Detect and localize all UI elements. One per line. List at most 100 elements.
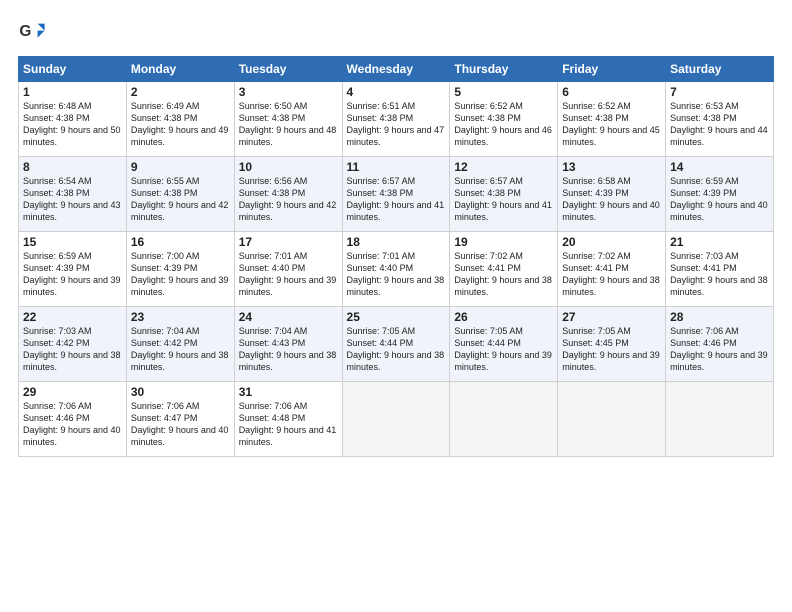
header-cell-monday: Monday (126, 57, 234, 82)
calendar-cell: 5Sunrise: 6:52 AMSunset: 4:38 PMDaylight… (450, 82, 558, 157)
calendar-cell: 14Sunrise: 6:59 AMSunset: 4:39 PMDayligh… (666, 157, 774, 232)
calendar-cell: 20Sunrise: 7:02 AMSunset: 4:41 PMDayligh… (558, 232, 666, 307)
header-cell-thursday: Thursday (450, 57, 558, 82)
calendar-cell: 27 Sunrise: 7:05 AMSunset: 4:45 PMDayligh… (558, 307, 666, 382)
cell-info: Sunrise: 7:03 AMSunset: 4:41 PMDaylight:… (670, 251, 768, 297)
day-number: 13 (562, 160, 661, 174)
cell-info: Sunrise: 7:06 AMSunset: 4:47 PMDaylight:… (131, 401, 229, 447)
svg-text:G: G (19, 23, 31, 40)
day-number: 23 (131, 310, 230, 324)
cell-info: Sunrise: 6:56 AMSunset: 4:38 PMDaylight:… (239, 176, 337, 222)
calendar-cell: 24 Sunrise: 7:04 AMSunset: 4:43 PMDayligh… (234, 307, 342, 382)
calendar-cell: 17 Sunrise: 7:01 AMSunset: 4:40 PMDayligh… (234, 232, 342, 307)
calendar-cell: 6Sunrise: 6:52 AMSunset: 4:38 PMDaylight… (558, 82, 666, 157)
cell-info: Sunrise: 7:04 AMSunset: 4:42 PMDaylight:… (131, 326, 229, 372)
calendar-cell: 13 Sunrise: 6:58 AMSunset: 4:39 PMDayligh… (558, 157, 666, 232)
week-row-1: 1 Sunrise: 6:48 AMSunset: 4:38 PMDaylight… (19, 82, 774, 157)
day-number: 12 (454, 160, 553, 174)
cell-info: Sunrise: 7:05 AMSunset: 4:45 PMDaylight:… (562, 326, 660, 372)
calendar-cell: 25 Sunrise: 7:05 AMSunset: 4:44 PMDayligh… (342, 307, 450, 382)
cell-info: Sunrise: 6:48 AMSunset: 4:38 PMDaylight:… (23, 101, 121, 147)
calendar-cell: 28 Sunrise: 7:06 AMSunset: 4:46 PMDayligh… (666, 307, 774, 382)
calendar-cell: 9Sunrise: 6:55 AMSunset: 4:38 PMDaylight… (126, 157, 234, 232)
cell-info: Sunrise: 7:04 AMSunset: 4:43 PMDaylight:… (239, 326, 337, 372)
header-row: SundayMondayTuesdayWednesdayThursdayFrid… (19, 57, 774, 82)
header-cell-tuesday: Tuesday (234, 57, 342, 82)
logo-icon: G (18, 18, 46, 46)
header: G (18, 18, 774, 46)
day-number: 4 (347, 85, 446, 99)
cell-info: Sunrise: 7:01 AMSunset: 4:40 PMDaylight:… (239, 251, 337, 297)
calendar-cell: 19Sunrise: 7:02 AMSunset: 4:41 PMDayligh… (450, 232, 558, 307)
day-number: 29 (23, 385, 122, 399)
day-number: 27 (562, 310, 661, 324)
cell-info: Sunrise: 6:58 AMSunset: 4:39 PMDaylight:… (562, 176, 660, 222)
week-row-3: 15Sunrise: 6:59 AMSunset: 4:39 PMDayligh… (19, 232, 774, 307)
week-row-2: 8Sunrise: 6:54 AMSunset: 4:38 PMDaylight… (19, 157, 774, 232)
calendar-cell: 23 Sunrise: 7:04 AMSunset: 4:42 PMDayligh… (126, 307, 234, 382)
calendar-cell: 22Sunrise: 7:03 AMSunset: 4:42 PMDayligh… (19, 307, 127, 382)
day-number: 21 (670, 235, 769, 249)
day-number: 6 (562, 85, 661, 99)
day-number: 30 (131, 385, 230, 399)
day-number: 24 (239, 310, 338, 324)
calendar-cell: 11 Sunrise: 6:57 AMSunset: 4:38 PMDayligh… (342, 157, 450, 232)
calendar-cell: 12 Sunrise: 6:57 AMSunset: 4:38 PMDayligh… (450, 157, 558, 232)
week-row-4: 22Sunrise: 7:03 AMSunset: 4:42 PMDayligh… (19, 307, 774, 382)
cell-info: Sunrise: 6:51 AMSunset: 4:38 PMDaylight:… (347, 101, 445, 147)
day-number: 1 (23, 85, 122, 99)
calendar-cell: 4 Sunrise: 6:51 AMSunset: 4:38 PMDaylight… (342, 82, 450, 157)
calendar-cell: 3 Sunrise: 6:50 AMSunset: 4:38 PMDaylight… (234, 82, 342, 157)
cell-info: Sunrise: 6:50 AMSunset: 4:38 PMDaylight:… (239, 101, 337, 147)
cell-info: Sunrise: 6:49 AMSunset: 4:38 PMDaylight:… (131, 101, 229, 147)
calendar-cell: 26Sunrise: 7:05 AMSunset: 4:44 PMDayligh… (450, 307, 558, 382)
calendar-cell (558, 382, 666, 457)
calendar-cell: 8Sunrise: 6:54 AMSunset: 4:38 PMDaylight… (19, 157, 127, 232)
day-number: 28 (670, 310, 769, 324)
cell-info: Sunrise: 6:59 AMSunset: 4:39 PMDaylight:… (670, 176, 768, 222)
header-cell-wednesday: Wednesday (342, 57, 450, 82)
day-number: 25 (347, 310, 446, 324)
day-number: 3 (239, 85, 338, 99)
header-cell-sunday: Sunday (19, 57, 127, 82)
cell-info: Sunrise: 7:02 AMSunset: 4:41 PMDaylight:… (454, 251, 552, 297)
calendar-table: SundayMondayTuesdayWednesdayThursdayFrid… (18, 56, 774, 457)
cell-info: Sunrise: 7:05 AMSunset: 4:44 PMDaylight:… (454, 326, 552, 372)
cell-info: Sunrise: 7:03 AMSunset: 4:42 PMDaylight:… (23, 326, 121, 372)
cell-info: Sunrise: 6:59 AMSunset: 4:39 PMDaylight:… (23, 251, 121, 297)
cell-info: Sunrise: 7:06 AMSunset: 4:46 PMDaylight:… (670, 326, 768, 372)
day-number: 2 (131, 85, 230, 99)
day-number: 17 (239, 235, 338, 249)
cell-info: Sunrise: 6:57 AMSunset: 4:38 PMDaylight:… (347, 176, 445, 222)
logo: G (18, 18, 48, 46)
calendar-cell: 21 Sunrise: 7:03 AMSunset: 4:41 PMDayligh… (666, 232, 774, 307)
day-number: 31 (239, 385, 338, 399)
cell-info: Sunrise: 7:06 AMSunset: 4:46 PMDaylight:… (23, 401, 121, 447)
header-cell-friday: Friday (558, 57, 666, 82)
calendar-cell: 29 Sunrise: 7:06 AMSunset: 4:46 PMDayligh… (19, 382, 127, 457)
day-number: 7 (670, 85, 769, 99)
page: G SundayMondayTuesdayWednesdayThursdayFr… (0, 0, 792, 612)
cell-info: Sunrise: 7:05 AMSunset: 4:44 PMDaylight:… (347, 326, 445, 372)
day-number: 20 (562, 235, 661, 249)
calendar-cell: 30 Sunrise: 7:06 AMSunset: 4:47 PMDayligh… (126, 382, 234, 457)
header-cell-saturday: Saturday (666, 57, 774, 82)
calendar-cell: 18Sunrise: 7:01 AMSunset: 4:40 PMDayligh… (342, 232, 450, 307)
cell-info: Sunrise: 6:54 AMSunset: 4:38 PMDaylight:… (23, 176, 121, 222)
cell-info: Sunrise: 6:55 AMSunset: 4:38 PMDaylight:… (131, 176, 229, 222)
calendar-cell: 15Sunrise: 6:59 AMSunset: 4:39 PMDayligh… (19, 232, 127, 307)
calendar-cell: 2 Sunrise: 6:49 AMSunset: 4:38 PMDaylight… (126, 82, 234, 157)
day-number: 5 (454, 85, 553, 99)
cell-info: Sunrise: 7:00 AMSunset: 4:39 PMDaylight:… (131, 251, 229, 297)
calendar-cell (666, 382, 774, 457)
cell-info: Sunrise: 6:57 AMSunset: 4:38 PMDaylight:… (454, 176, 552, 222)
week-row-5: 29 Sunrise: 7:06 AMSunset: 4:46 PMDayligh… (19, 382, 774, 457)
cell-info: Sunrise: 7:06 AMSunset: 4:48 PMDaylight:… (239, 401, 337, 447)
calendar-cell: 31 Sunrise: 7:06 AMSunset: 4:48 PMDayligh… (234, 382, 342, 457)
day-number: 11 (347, 160, 446, 174)
day-number: 16 (131, 235, 230, 249)
calendar-cell (342, 382, 450, 457)
calendar-cell: 16 Sunrise: 7:00 AMSunset: 4:39 PMDayligh… (126, 232, 234, 307)
day-number: 18 (347, 235, 446, 249)
calendar-cell: 1 Sunrise: 6:48 AMSunset: 4:38 PMDaylight… (19, 82, 127, 157)
